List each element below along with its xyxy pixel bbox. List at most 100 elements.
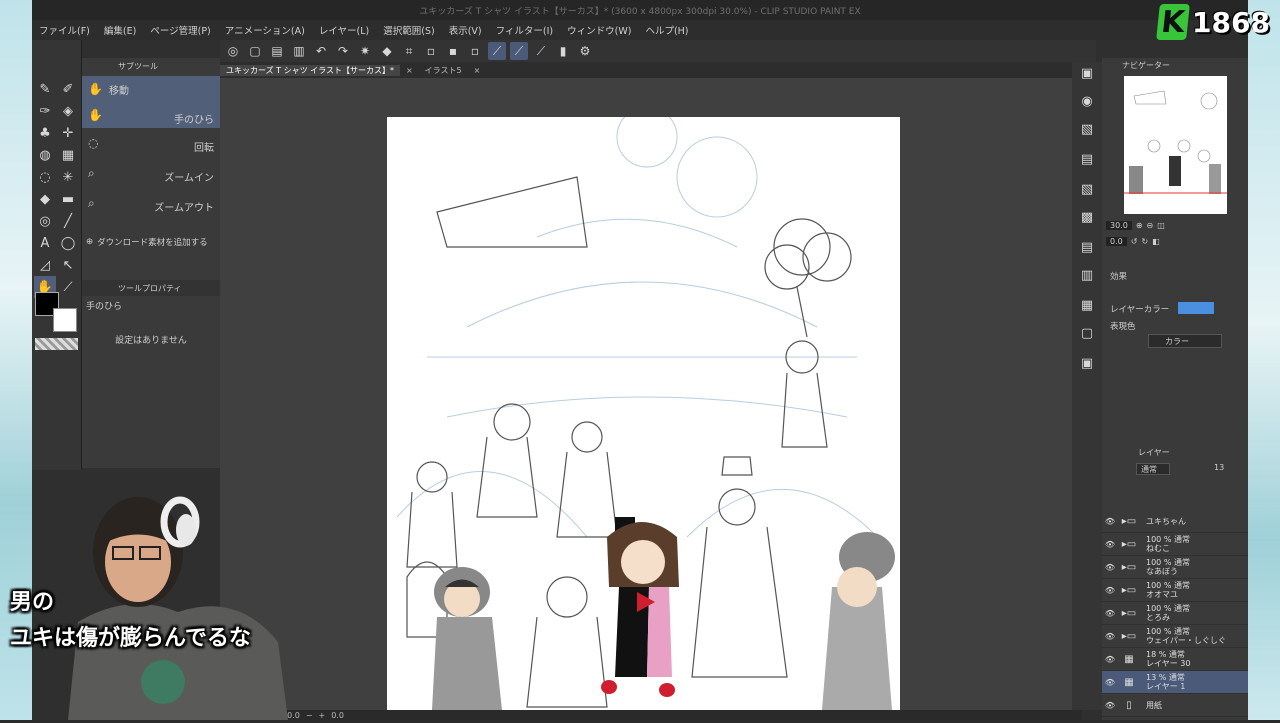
brush-icon[interactable]: ✑ [34, 100, 56, 122]
layer-row[interactable]: 👁 ▸▭ 100 % 通常 ウェイパー・しぐしぐ [1102, 625, 1248, 648]
rotate-left-icon[interactable]: ↺ [1131, 237, 1138, 246]
transparent-color-swatch[interactable] [35, 338, 78, 350]
transform-icon[interactable]: ⌗ [400, 42, 418, 60]
history-icon[interactable]: ▤ [1076, 148, 1098, 170]
layer-search-icon[interactable]: ▤ [1076, 236, 1098, 258]
rotate-right-icon[interactable]: ↻ [1141, 237, 1148, 246]
snap-special-ruler-icon[interactable]: ⟋ [510, 42, 528, 60]
navigator-preview[interactable] [1124, 76, 1227, 214]
navigator-angle-value[interactable]: 0.0 [1106, 236, 1127, 246]
layer-row[interactable]: 👁 ▦ 18 % 通常 レイヤー 30 [1102, 648, 1248, 671]
eye-icon[interactable]: 👁 [1102, 632, 1118, 641]
pattern-icon[interactable]: ▩ [1076, 206, 1098, 228]
fit-icon[interactable]: ◫ [1157, 221, 1165, 230]
sub-color-swatch[interactable] [53, 308, 77, 332]
eraser-icon[interactable]: ◈ [57, 100, 79, 122]
menu-item[interactable]: アニメーション(A) [218, 23, 312, 37]
eye-icon[interactable]: 👁 [1102, 517, 1118, 526]
flip-icon[interactable]: ◧ [1152, 237, 1160, 246]
material-icon[interactable]: ▧ [1076, 118, 1098, 140]
fill-bucket-icon[interactable]: ◆ [34, 188, 56, 210]
close-icon[interactable]: × [400, 66, 419, 75]
pen-icon[interactable]: ✎ [34, 78, 56, 100]
menu-item[interactable]: 表示(V) [442, 23, 489, 37]
angle-value[interactable]: 0.0 [331, 711, 344, 720]
eye-icon[interactable]: 👁 [1102, 701, 1118, 710]
eye-icon[interactable]: 👁 [1102, 563, 1118, 572]
text-icon[interactable]: A [34, 232, 56, 254]
decoration-icon[interactable]: ♣ [34, 122, 56, 144]
settings-icon[interactable]: ⚙ [576, 42, 594, 60]
redo-icon[interactable]: ↷ [334, 42, 352, 60]
menu-item[interactable]: フィルター(I) [489, 23, 561, 37]
gradient-icon[interactable]: ▬ [57, 188, 79, 210]
menu-item[interactable]: 編集(E) [97, 23, 143, 37]
add-material-button[interactable]: ⊕ ダウンロード素材を追加する [86, 234, 216, 250]
eyedropper-icon[interactable]: ⟋ [57, 276, 79, 298]
snap-grid-icon[interactable]: ⟋ [532, 42, 550, 60]
subtool-hand[interactable]: ✋ 手のひら [82, 102, 220, 128]
timeline-icon[interactable]: ▣ [1076, 352, 1098, 374]
layer-row[interactable]: 👁 ▸▭ 100 % 通常 ねむこ [1102, 533, 1248, 556]
fill-icon[interactable]: ◆ [378, 42, 396, 60]
menu-item[interactable]: 選択範囲(S) [376, 23, 441, 37]
search-icon[interactable]: ◉ [1076, 90, 1098, 112]
eye-icon[interactable]: 👁 [1102, 678, 1118, 687]
subtool-rotate[interactable]: ◌ 回転 [82, 130, 220, 156]
layer-row[interactable]: 👁 ▸▭ 100 % 通常 オオマユ [1102, 579, 1248, 602]
menu-item[interactable]: ヘルプ(H) [638, 23, 695, 37]
zoom-in-icon[interactable]: ⊕ [1136, 221, 1143, 230]
layer-row[interactable]: 👁 ▸▭ 100 % 通常 なあぼう [1102, 556, 1248, 579]
save-icon[interactable]: ▥ [290, 42, 308, 60]
clip-studio-icon[interactable]: ◎ [224, 42, 242, 60]
menu-item[interactable]: ファイル(F) [32, 23, 97, 37]
expression-color-select[interactable]: カラー [1148, 334, 1222, 348]
snap-ruler-icon[interactable]: ⟋ [488, 42, 506, 60]
material-icon[interactable]: ▧ [1076, 178, 1098, 200]
close-icon[interactable]: × [468, 66, 487, 75]
menu-item[interactable]: ページ管理(P) [143, 23, 217, 37]
layer-opacity-value[interactable]: 13 [1214, 463, 1234, 472]
subtool-zoom-out[interactable]: ⌕ ズームアウト [82, 190, 220, 216]
zoom-out-icon[interactable]: − [306, 711, 313, 720]
deselect-icon[interactable]: ▫ [422, 42, 440, 60]
eye-icon[interactable]: 👁 [1102, 586, 1118, 595]
tab-circus[interactable]: ユキッカーズ T シャツ イラスト【サーカス】* [220, 64, 400, 76]
blend-icon[interactable]: ◍ [34, 144, 56, 166]
layer-row[interactable]: 👁 ▦ 13 % 通常 レイヤー 1 [1102, 671, 1248, 694]
navigator-zoom-value[interactable]: 30.0 [1106, 220, 1132, 230]
invert-selection-icon[interactable]: ▫ [466, 42, 484, 60]
undo-icon[interactable]: ↶ [312, 42, 330, 60]
subtool-move[interactable]: ✋ 移動 [82, 76, 220, 102]
layer-color-swatch[interactable] [1178, 302, 1214, 314]
zoom-in-icon[interactable]: + [319, 711, 326, 720]
zoom-out-icon[interactable]: ⊖ [1147, 221, 1154, 230]
move-layer-icon[interactable]: ✛ [57, 122, 79, 144]
eye-icon[interactable]: 👁 [1102, 540, 1118, 549]
eye-icon[interactable]: 👁 [1102, 655, 1118, 664]
auto-action-icon[interactable]: ▢ [1076, 322, 1098, 344]
frame-icon[interactable]: ▦ [57, 144, 79, 166]
eye-icon[interactable]: 👁 [1102, 609, 1118, 618]
balloon-icon[interactable]: ◯ [57, 232, 79, 254]
lasso-icon[interactable]: ◌ [34, 166, 56, 188]
operation-icon[interactable]: ◎ [34, 210, 56, 232]
tab-illust5[interactable]: イラスト5 [419, 65, 468, 76]
item-bank-icon[interactable]: ▦ [1076, 294, 1098, 316]
companion-icon[interactable]: ▮ [554, 42, 572, 60]
layer-row[interactable]: 👁 ▸▭ ユキちゃん [1102, 510, 1248, 533]
new-file-icon[interactable]: ▢ [246, 42, 264, 60]
crop-icon[interactable]: ▪ [444, 42, 462, 60]
correct-line-icon[interactable]: ↖ [57, 254, 79, 276]
navigator-icon[interactable]: ▣ [1076, 62, 1098, 84]
layer-row[interactable]: 👁 ▸▭ 100 % 通常 とろみ [1102, 602, 1248, 625]
auto-select-icon[interactable]: ✳ [57, 166, 79, 188]
clear-icon[interactable]: ✷ [356, 42, 374, 60]
layer-row[interactable]: 👁 ▯ 用紙 [1102, 694, 1248, 717]
ruler-icon[interactable]: ◿ [34, 254, 56, 276]
menu-item[interactable]: レイヤー(L) [312, 23, 376, 37]
line-icon[interactable]: ╱ [57, 210, 79, 232]
canvas-page[interactable] [387, 117, 900, 710]
subview-icon[interactable]: ▥ [1076, 264, 1098, 286]
pencil-icon[interactable]: ✐ [57, 78, 79, 100]
